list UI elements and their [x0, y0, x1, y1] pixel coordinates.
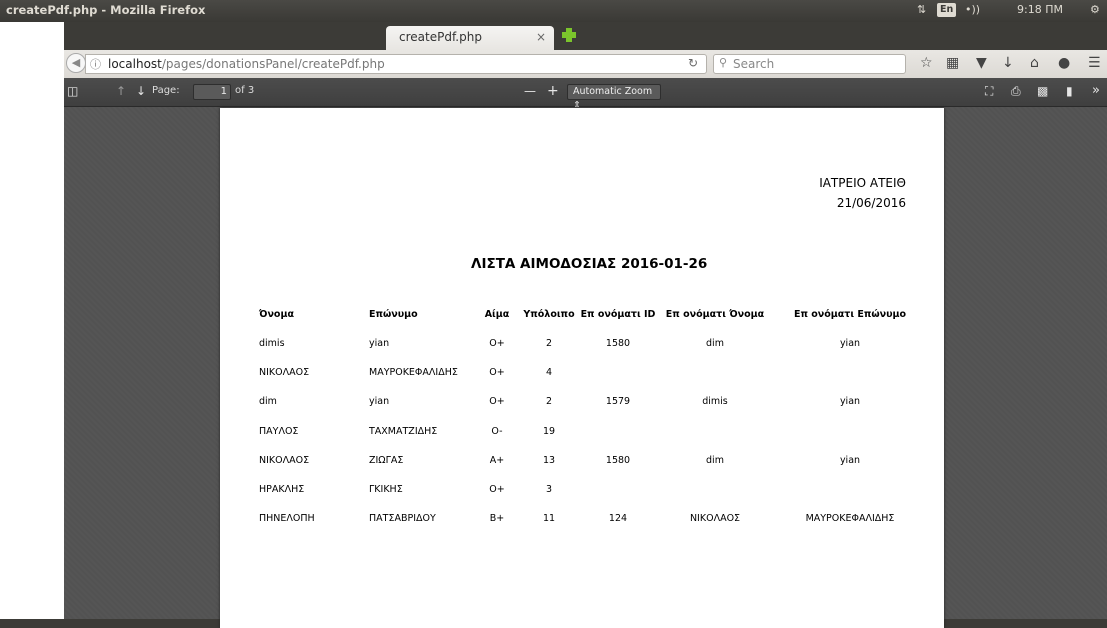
table-cell: ΝΙΚΟΛΑΟΣ [259, 455, 310, 466]
table-cell: dimis [259, 338, 285, 349]
home-icon[interactable]: ⌂ [1030, 55, 1039, 71]
table-cell: O+ [489, 396, 505, 407]
reload-icon[interactable]: ↻ [688, 56, 698, 70]
table-cell: yian [369, 338, 390, 349]
table-cell: ΠΑΤΣΑΒΡΙΔΟΥ [369, 513, 436, 524]
sidebar-toggle-icon[interactable]: ◫ [67, 84, 78, 98]
site-identity-icon[interactable]: ⓘ [90, 56, 101, 72]
zoom-select[interactable]: Automatic Zoom ⇕ [567, 84, 661, 111]
table-cell: ΗΡΑΚΛΗΣ [259, 484, 305, 495]
back-arrow-icon[interactable]: ◀ [66, 53, 86, 73]
url-host: localhost [108, 57, 162, 71]
page-number-input[interactable]: 1 [193, 84, 231, 100]
table-cell: ΝΙΚΟΛΑΟΣ [259, 367, 310, 378]
table-cell: 2 [545, 396, 553, 407]
table-cell: ΤΑΧΜΑΤΖΙΔΗΣ [369, 426, 438, 437]
pocket-icon[interactable]: ▼ [976, 55, 987, 71]
table-cell: ΓΚΙΚΗΣ [369, 484, 403, 495]
table-cell: 124 [608, 513, 628, 524]
table-cell: 13 [542, 455, 556, 466]
chat-icon[interactable]: ● [1058, 55, 1070, 71]
table-cell: 11 [542, 513, 556, 524]
column-header: Υπόλοιπο [523, 309, 575, 320]
keyboard-layout-indicator[interactable]: En [937, 3, 957, 17]
presentation-mode-icon[interactable]: ⛶ [985, 84, 993, 99]
tab-close-icon[interactable]: × [536, 30, 546, 44]
download-icon[interactable]: ▩ [1037, 84, 1048, 98]
table-cell: ΠΑΥΛΟΣ [259, 426, 299, 437]
table-cell: 3 [545, 484, 553, 495]
menu-hamburger-icon[interactable]: ☰ [1088, 55, 1101, 71]
column-header: Επ ονόματι Επώνυμο [793, 309, 907, 320]
table-cell: O+ [489, 338, 505, 349]
table-cell: O- [491, 426, 503, 437]
tools-chevron-icon[interactable]: » [1092, 83, 1100, 98]
table-cell: 1580 [605, 338, 631, 349]
table-cell: yian [369, 396, 390, 407]
downloads-icon[interactable]: ↓ [1002, 55, 1014, 71]
table-cell: 2 [545, 338, 553, 349]
volume-icon[interactable]: •)) [965, 3, 980, 16]
column-header: Αίμα [484, 309, 510, 320]
table-cell: B+ [489, 513, 505, 524]
bookmark-star-icon[interactable]: ☆ [920, 55, 933, 71]
column-header: Όνομα [259, 309, 294, 320]
document-title: ΛΙΣΤΑ ΑΙΜΟΔΟΣΙΑΣ 2016-01-26 [471, 256, 708, 272]
table-cell: ΜΑΥΡΟΚΕΦΑΛΙΔΗΣ [805, 513, 895, 524]
table-cell: A+ [489, 455, 505, 466]
table-cell: 4 [545, 367, 553, 378]
table-cell: dim [706, 455, 724, 466]
page-count: of 3 [235, 85, 255, 96]
url-text[interactable]: localhost/pages/donationsPanel/createPdf… [108, 57, 385, 71]
table-cell: 1580 [605, 455, 631, 466]
column-header: Επώνυμο [369, 309, 418, 320]
window-title: createPdf.php - Mozilla Firefox [6, 3, 206, 17]
table-cell: dimis [702, 396, 728, 407]
table-cell: O+ [489, 484, 505, 495]
print-icon[interactable]: ⎙ [1011, 84, 1021, 99]
tab-title: createPdf.php [399, 30, 482, 44]
url-path: /pages/donationsPanel/createPdf.php [161, 57, 385, 71]
table-cell: dim [259, 396, 277, 407]
previous-page-icon[interactable]: ↑ [116, 84, 126, 98]
column-header: Επ ονόματι ID [580, 309, 656, 320]
table-cell: 19 [542, 426, 556, 437]
network-icon[interactable]: ⇅ [917, 3, 926, 16]
zoom-select-value: Automatic Zoom [573, 86, 653, 97]
clinic-name: ΙΑΤΡΕΙΟ ΑΤΕΙΘ [819, 176, 906, 190]
document-date: 21/06/2016 [836, 196, 906, 210]
clock[interactable]: 9:18 ΠΜ [1017, 3, 1063, 16]
column-header: Επ ονόματι Όνομα [665, 309, 765, 320]
search-placeholder: Search [733, 57, 775, 71]
power-gear-icon[interactable]: ⚙ [1090, 3, 1100, 16]
table-cell: O+ [489, 367, 505, 378]
tab-bar [64, 22, 1107, 50]
bookmark-icon[interactable]: ▮ [1066, 84, 1073, 98]
reading-list-icon[interactable]: ▦ [946, 55, 959, 71]
table-cell: yian [839, 396, 861, 407]
left-margin-area [0, 22, 64, 619]
search-icon: ⚲ [719, 56, 728, 69]
table-cell: dim [706, 338, 724, 349]
table-cell: yian [839, 455, 861, 466]
next-page-icon[interactable]: ↓ [136, 84, 146, 98]
table-cell: ΠΗΝΕΛΟΠΗ [259, 513, 315, 524]
table-cell: 1579 [605, 396, 631, 407]
zoom-out-icon[interactable]: — [524, 84, 536, 98]
zoom-in-icon[interactable]: + [547, 83, 559, 99]
table-cell: ΜΑΥΡΟΚΕΦΑΛΙΔΗΣ [369, 367, 458, 378]
table-cell: yian [839, 338, 861, 349]
page-label: Page: [152, 85, 180, 96]
table-cell: ΝΙΚΟΛΑΟΣ [689, 513, 741, 524]
new-tab-plus-icon[interactable] [560, 26, 578, 44]
table-cell: ΖΙΩΓΑΣ [369, 455, 404, 466]
